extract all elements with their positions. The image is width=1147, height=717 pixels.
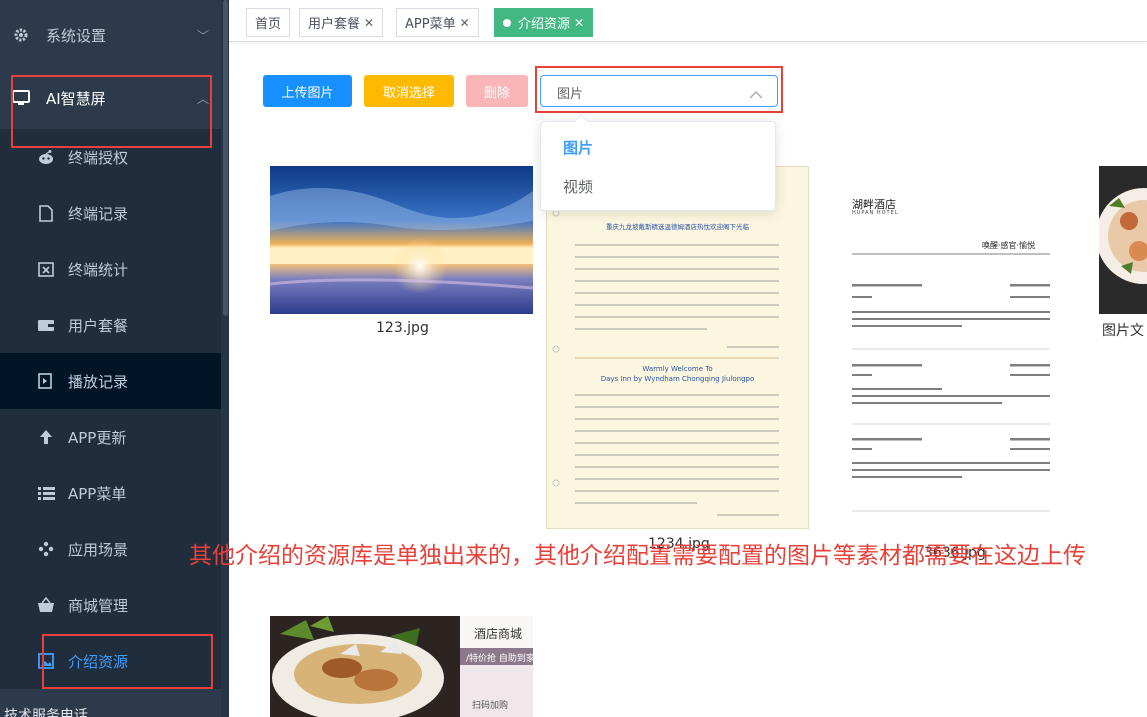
sidebar-item-play-records[interactable]: 播放记录 [0, 353, 229, 409]
highlight-frame [11, 75, 212, 148]
close-icon[interactable]: ✕ [364, 16, 374, 30]
active-dot-icon [503, 18, 511, 27]
mall-scan: 扫码加购 [472, 701, 509, 711]
wallet-icon [37, 316, 55, 334]
gear-icon [12, 26, 30, 44]
sidebar-item-label: 播放记录 [68, 372, 129, 391]
sidebar-item-label: 商城管理 [68, 596, 129, 615]
tag-label: 用户套餐 [308, 17, 361, 32]
gallery-image-food[interactable] [1099, 166, 1147, 314]
robot-icon [37, 148, 55, 166]
tag-intro-resources[interactable]: 介绍资源 ✕ [494, 8, 594, 37]
dropdown-option-video[interactable]: 视频 [563, 176, 593, 197]
sidebar-item-label: 终端授权 [68, 148, 129, 167]
mall-title: 酒店商城 [474, 627, 523, 641]
tag-label: APP菜单 [405, 17, 456, 32]
upload-image-button[interactable]: 上传图片 [263, 75, 352, 107]
gallery-image-hotel-mall[interactable]: 酒店商城 /特价抢 自助到家/ 扫码加购 [270, 616, 533, 717]
sidebar-item-label: APP更新 [68, 428, 127, 447]
list-icon [37, 484, 55, 502]
sidebar-item-terminal-records[interactable]: 终端记录 [0, 185, 229, 241]
chevron-up-icon [749, 85, 763, 104]
dropdown-caret [573, 113, 589, 129]
gallery-filename: 123.jpg [376, 320, 429, 336]
sidebar-item-user-packages[interactable]: 用户套餐 [0, 297, 229, 353]
close-icon[interactable]: ✕ [460, 16, 470, 30]
sidebar-item-system-settings[interactable]: 系统设置 ﹀ [0, 7, 229, 63]
sidebar-item-label: 用户套餐 [68, 316, 129, 335]
sidebar-item-app-update[interactable]: APP更新 [0, 409, 229, 465]
document-icon [37, 204, 55, 222]
tag-home[interactable]: 首页 [246, 8, 291, 37]
select-value: 图片 [557, 87, 584, 102]
letter-en-line-1: Warmly Welcome To [642, 365, 713, 373]
sidebar-item-label: 系统设置 [46, 26, 107, 45]
delete-button[interactable]: 删除 [466, 75, 528, 107]
letter-en-line-2: Days Inn by Wyndham Chongqing Jiulongpo [600, 375, 755, 383]
tag-user-packages[interactable]: 用户套餐 ✕ [299, 8, 384, 37]
sidebar-item-label: 应用场景 [68, 540, 129, 559]
gallery-image-hotel-menu[interactable]: 湖畔酒店 HUPAN HOTEL 唤醒·感官·愉悦 [822, 166, 1085, 529]
sidebar-item-terminal-stats[interactable]: 终端统计 [0, 241, 229, 297]
resource-type-dropdown: 图片 视频 [540, 113, 776, 211]
sidebar-item-mall-management[interactable]: 商城管理 [0, 577, 229, 633]
close-icon[interactable]: ✕ [574, 16, 584, 30]
sidebar-scrollbar-thumb[interactable] [223, 0, 228, 316]
sidebar-item-app-menu[interactable]: APP菜单 [0, 465, 229, 521]
resource-type-select[interactable]: 图片 [540, 75, 778, 107]
mall-subtitle: /特价抢 自助到家/ [466, 654, 533, 664]
tag-label: 首页 [255, 17, 282, 32]
tech-support-label: 技术服务电话 [4, 708, 88, 717]
tag-label: 介绍资源 [518, 17, 571, 32]
tag-app-menu[interactable]: APP菜单 ✕ [396, 8, 479, 37]
sidebar-item-label: 终端记录 [68, 204, 129, 223]
calendar-icon [37, 260, 55, 278]
highlight-frame [42, 634, 213, 689]
gallery-filename: 图片文 [1102, 323, 1144, 339]
tags-view: 首页 用户套餐 ✕ APP菜单 ✕ 介绍资源 ✕ [229, 0, 1147, 42]
arrow-up-icon [37, 428, 55, 446]
sidebar-item-label: APP菜单 [68, 484, 127, 503]
gallery-image-welcome-letter[interactable]: 重庆九龙坡戴斯精选温德姆酒店热忱欢迎阁下光临 Warmly Welcome To… [546, 166, 809, 529]
sidebar-item-label: 终端统计 [68, 260, 129, 279]
annotation-note: 其他介绍的资源库是单独出来的，其他介绍配置需要配置的图片等素材都需要在这边上传 [189, 543, 1086, 569]
cancel-selection-button[interactable]: 取消选择 [364, 75, 454, 107]
chevron-down-icon: ﹀ [196, 28, 209, 43]
gallery-image-sunset[interactable] [270, 166, 533, 314]
app-window: { "sidebar": { "items": [ {"label": "系统设… [0, 0, 1147, 717]
video-record-icon [37, 372, 55, 390]
basket-icon [37, 596, 55, 614]
dropdown-option-image[interactable]: 图片 [563, 137, 593, 158]
pinwheel-icon [37, 540, 55, 558]
